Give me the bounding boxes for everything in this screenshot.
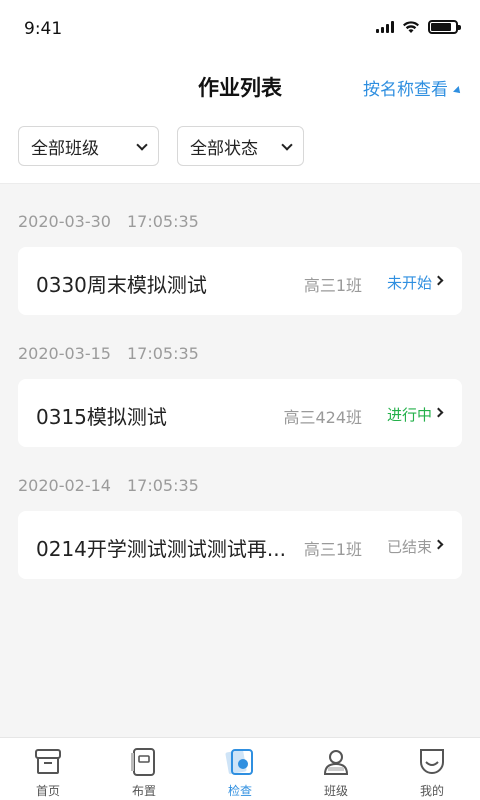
chevron-down-icon xyxy=(136,139,148,151)
group-date-day: 2020-03-15 xyxy=(18,344,111,363)
group-date-time: 17:05:35 xyxy=(126,344,199,363)
homework-card[interactable]: 0315模拟测试 高三424班 进行中 xyxy=(18,379,462,447)
group-date-time: 17:05:35 xyxy=(126,212,199,231)
group-date-time: 17:05:35 xyxy=(126,476,199,495)
battery-icon xyxy=(428,20,461,34)
tab-assign[interactable]: 布置 xyxy=(96,738,192,800)
assign-icon xyxy=(131,748,155,776)
homework-status: 进行中 xyxy=(386,406,432,424)
chevron-right-icon xyxy=(433,407,444,418)
profile-icon xyxy=(420,749,444,774)
homework-title: 0214开学测试测试测试再... xyxy=(36,537,286,561)
battery-fill xyxy=(431,23,452,31)
tab-class[interactable]: 班级 xyxy=(288,738,384,800)
sort-by-name-button[interactable]: 按名称查看 xyxy=(363,75,463,100)
status-time: 9:41 xyxy=(24,19,63,39)
tab-label: 首页 xyxy=(35,784,60,798)
chevron-down-icon xyxy=(281,139,293,151)
chevron-right-icon xyxy=(433,275,444,286)
chevron-right-icon xyxy=(433,539,444,550)
triangle-down-icon xyxy=(453,85,463,96)
tab-label: 检查 xyxy=(227,784,252,798)
status-filter-dropdown[interactable]: 全部状态 xyxy=(177,126,304,166)
tab-label: 班级 xyxy=(323,784,348,798)
group-date-day: 2020-03-30 xyxy=(18,212,111,231)
tab-label: 布置 xyxy=(131,784,156,798)
homework-title: 0315模拟测试 xyxy=(36,405,167,429)
tab-profile[interactable]: 我的 xyxy=(384,738,480,800)
class-filter-dropdown[interactable]: 全部班级 xyxy=(18,126,159,166)
class-filter-label: 全部班级 xyxy=(31,138,99,159)
group-date: 2020-03-30 17:05:35 xyxy=(18,212,199,231)
tab-home[interactable]: 首页 xyxy=(0,738,96,800)
wifi-icon xyxy=(403,21,419,33)
tab-label: 我的 xyxy=(419,784,444,798)
status-filter-label: 全部状态 xyxy=(190,138,258,159)
sort-by-name-label: 按名称查看 xyxy=(363,80,448,100)
group-date: 2020-02-14 17:05:35 xyxy=(18,476,199,495)
group-date-day: 2020-02-14 xyxy=(18,476,111,495)
check-icon xyxy=(225,749,253,775)
homework-class: 高三1班 xyxy=(303,540,362,559)
homework-status: 未开始 xyxy=(386,274,432,292)
class-icon xyxy=(323,750,349,775)
status-bar: 9:41 xyxy=(0,0,480,58)
homework-class: 高三424班 xyxy=(283,408,362,427)
signal-icon xyxy=(376,21,394,33)
home-icon xyxy=(35,749,61,774)
homework-status: 已结束 xyxy=(386,538,432,556)
nav-bar: 作业列表 按名称查看 xyxy=(0,58,480,114)
filter-bar: 全部班级 全部状态 xyxy=(0,114,480,184)
group-date: 2020-03-15 17:05:35 xyxy=(18,344,199,363)
homework-card[interactable]: 0214开学测试测试测试再... 高三1班 已结束 xyxy=(18,511,462,579)
status-icons xyxy=(376,20,461,34)
homework-card[interactable]: 0330周末模拟测试 高三1班 未开始 xyxy=(18,247,462,315)
tab-bar: 首页 布置 检查 班级 我的 xyxy=(0,737,480,800)
tab-check[interactable]: 检查 xyxy=(192,738,288,800)
homework-class: 高三1班 xyxy=(303,276,362,295)
homework-title: 0330周末模拟测试 xyxy=(36,273,207,297)
